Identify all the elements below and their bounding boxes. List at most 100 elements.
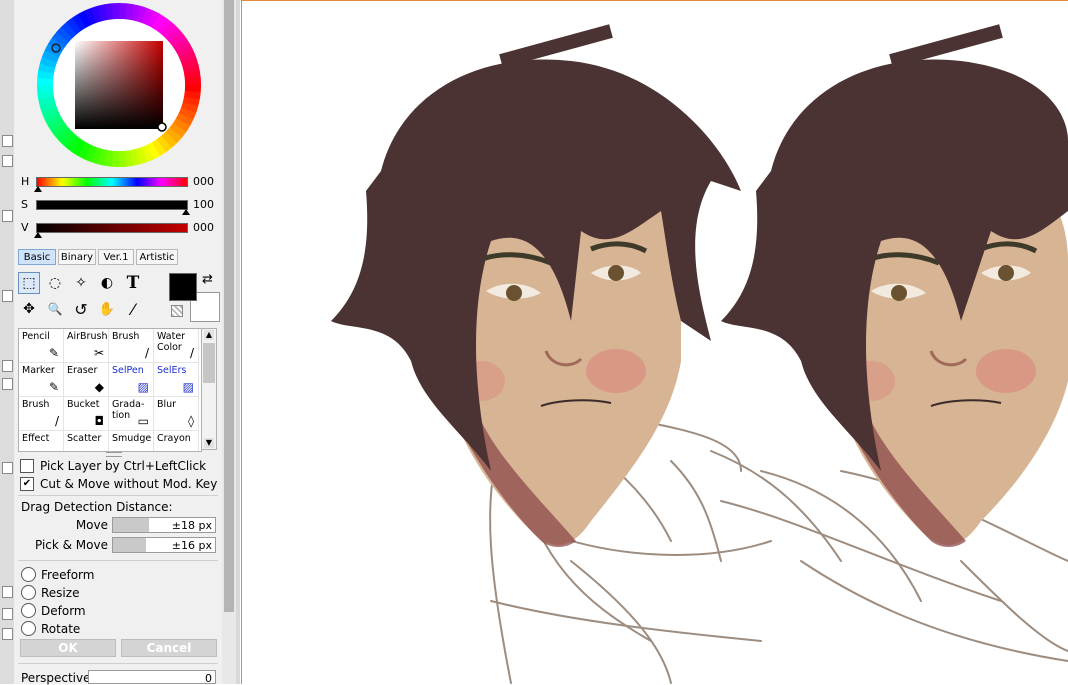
brush-icon: / [189,346,194,360]
brush-label: Bucket [67,399,100,410]
lasso-icon[interactable]: ◌ [44,272,66,294]
h-value[interactable]: 000 [192,175,214,188]
pick-layer-option[interactable]: Pick Layer by Ctrl+LeftClick [20,459,206,473]
brush-slot[interactable]: Brush / [109,329,154,363]
brush-icon: / [144,346,149,360]
v-value[interactable]: 000 [192,221,214,234]
brush-label: Scatter [67,433,102,444]
shape-icon[interactable]: ◐ [96,272,118,294]
brush-icon: ◊ [188,414,194,428]
s-label: S [21,198,28,211]
resize-radio[interactable] [21,585,36,600]
brush-slot[interactable]: Scatter [64,431,109,451]
panel-toggle-6[interactable] [2,378,13,390]
pick-layer-checkbox[interactable] [20,459,34,473]
rotate-view-icon[interactable]: ↺ [70,298,92,320]
eyedropper-icon[interactable]: ⁄ [122,298,144,320]
text-tool-icon[interactable]: T [122,272,144,294]
magic-wand-icon[interactable]: ✧ [70,272,92,294]
brush-icon: ✎ [48,346,59,360]
brush-slot[interactable]: Bucket ◘ [64,397,109,431]
mode-resize[interactable]: Resize [21,585,79,600]
saturation-slider[interactable] [36,200,188,210]
options-divider-2 [18,560,218,561]
brush-icon: ✎ [48,380,59,394]
brush-label: SelPen [112,365,144,376]
cut-move-checkbox[interactable]: ✔ [20,477,34,491]
options-divider [18,495,218,496]
mode-rotate[interactable]: Rotate [21,621,80,636]
brush-slot[interactable]: SelPen ▨ [109,363,154,397]
panel-toggle-2[interactable] [2,155,13,167]
panel-toggle-5[interactable] [2,360,13,372]
freeform-radio[interactable] [21,567,36,582]
transparent-color-icon[interactable] [171,305,183,317]
brush-grid-scrollbar[interactable]: ▲ ▼ [201,328,217,450]
brush-slot[interactable]: AirBrush ✂ [64,329,109,363]
brush-grid-scroll-thumb[interactable] [203,343,215,383]
panel-toggle-3[interactable] [2,210,13,222]
brush-slot[interactable]: Eraser ◆ [64,363,109,397]
brush-slot[interactable]: Smudge [109,431,154,451]
rotate-radio[interactable] [21,621,36,636]
brush-slot[interactable]: Blur ◊ [154,397,199,431]
zoom-icon[interactable]: 🔍 [44,298,66,320]
h-label: H [21,175,30,188]
brush-icon: ▭ [137,414,149,428]
panel-toggle-1[interactable] [2,135,13,147]
tab-ver1[interactable]: Ver.1 [98,249,134,265]
brush-slot[interactable]: SelErs ▨ [154,363,199,397]
primary-color-swatch[interactable] [169,273,197,301]
s-value[interactable]: 100 [192,198,214,211]
mode-freeform[interactable]: Freeform [21,567,94,582]
brush-slot[interactable]: Grada- tion ▭ [109,397,154,431]
tab-basic[interactable]: Basic [18,249,56,265]
rect-select-icon[interactable]: ⬚ [18,272,40,294]
grid-resize-grip[interactable] [106,452,122,457]
brush-slot[interactable]: Brush / [19,397,64,431]
saturation-slider-thumb[interactable] [182,209,190,215]
brush-label: Brush [22,399,50,410]
brush-icon: ◘ [94,414,105,428]
brush-slot[interactable]: Crayon [154,431,199,451]
brush-slot[interactable]: Marker ✎ [19,363,64,397]
panel-scrollbar[interactable] [222,0,236,684]
ok-button[interactable]: OK [20,639,116,657]
color-wheel[interactable] [36,2,202,168]
hand-icon[interactable]: ✋ [96,298,118,320]
tab-binary[interactable]: Binary [58,249,96,265]
pick-move-distance-value: ±16 px [171,539,212,552]
scroll-down-icon[interactable]: ▼ [204,438,214,448]
brush-icon: ▨ [137,380,149,394]
panel-toggle-7[interactable] [2,462,13,474]
swap-colors-icon[interactable]: ⇄ [202,272,213,287]
panel-scrollbar-thumb[interactable] [224,0,234,612]
hue-slider[interactable] [36,177,188,187]
brush-label: Crayon [157,433,191,444]
brush-icon: ◆ [94,380,104,394]
scroll-up-icon[interactable]: ▲ [204,330,214,340]
panel-toggle-8[interactable] [2,586,13,598]
brush-label: Brush [112,331,140,342]
panel-toggle-10[interactable] [2,628,13,640]
tab-artistic[interactable]: Artistic [136,249,178,265]
cancel-button[interactable]: Cancel [121,639,217,657]
perspective-field[interactable]: 0 [88,670,216,685]
panel-toggle-9[interactable] [2,608,13,620]
sv-marker[interactable] [157,122,167,132]
mode-deform[interactable]: Deform [21,603,86,618]
deform-radio[interactable] [21,603,36,618]
pick-move-distance-slider[interactable]: ±16 px [112,537,216,553]
left-collapsed-strip [0,0,14,684]
value-slider[interactable] [36,223,188,233]
move-distance-slider[interactable]: ±18 px [112,517,216,533]
artwork-canvas[interactable] [241,1,1068,684]
hue-slider-thumb[interactable] [34,186,42,192]
brush-slot[interactable]: Water Color / [154,329,199,363]
panel-toggle-4[interactable] [2,290,13,302]
move-icon[interactable]: ✥ [18,298,40,320]
cut-move-option[interactable]: ✔ Cut & Move without Mod. Key [20,477,217,491]
brush-slot[interactable]: Effect [19,431,64,451]
brush-slot[interactable]: Pencil ✎ [19,329,64,363]
value-slider-thumb[interactable] [34,232,42,238]
